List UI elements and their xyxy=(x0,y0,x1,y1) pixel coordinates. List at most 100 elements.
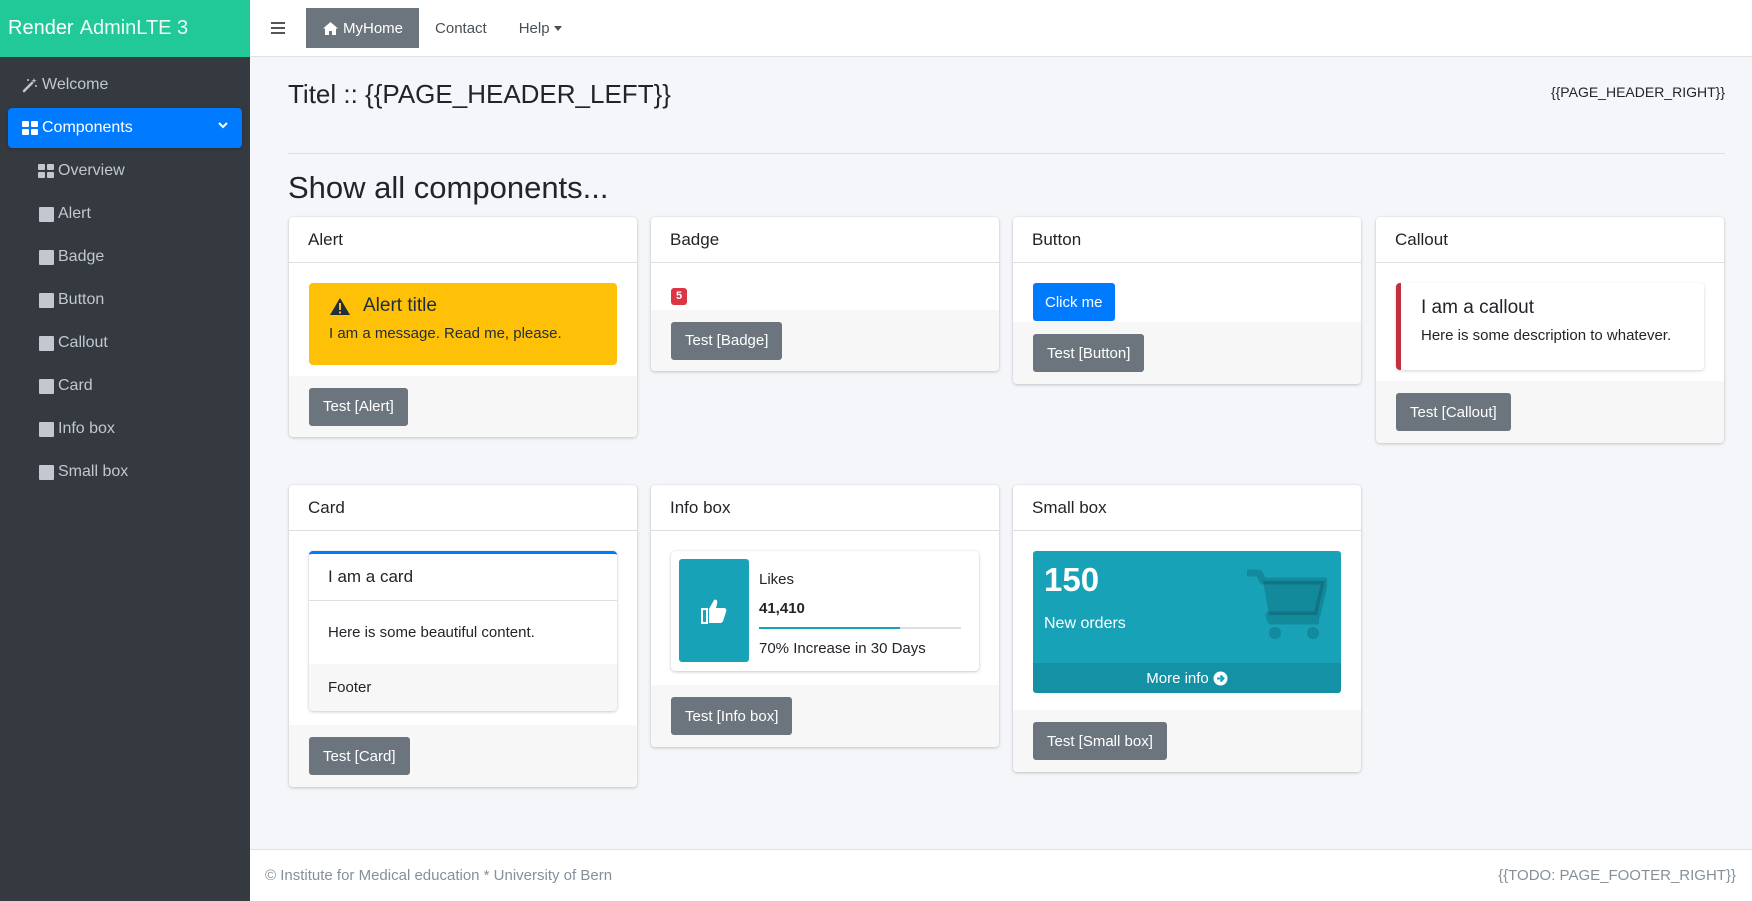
page-header-right: {{PAGE_HEADER_RIGHT}} xyxy=(1550,84,1725,100)
card-header: Callout xyxy=(1376,217,1724,263)
square-icon xyxy=(38,378,54,394)
sidebar-item-label: Overview xyxy=(58,162,125,179)
card-footer: Test [Callout] xyxy=(1376,381,1724,443)
card-header: Badge xyxy=(651,217,999,263)
card-button: Button Click me Test [Button] xyxy=(1013,217,1361,384)
main-footer: © Institute for Medical education * Univ… xyxy=(250,849,1752,901)
brand-name-light: AdminLTE 3 xyxy=(79,17,189,39)
section-title: Show all components... xyxy=(288,170,609,205)
sidebar-item-welcome[interactable]: Welcome xyxy=(8,65,242,105)
small-box-number: 150 xyxy=(1044,561,1100,598)
menu-toggle-button[interactable] xyxy=(250,0,306,57)
test-button-button[interactable]: Test [Button] xyxy=(1033,334,1145,372)
small-box-label: New orders xyxy=(1044,615,1126,632)
nav-link-myhome[interactable]: MyHome xyxy=(306,8,420,48)
page-title: Titel :: {{PAGE_HEADER_LEFT}} xyxy=(288,79,671,109)
card-body: Alert title I am a message. Read me, ple… xyxy=(289,263,637,385)
card-footer: Test [Button] xyxy=(1013,322,1361,384)
more-info-label: More info xyxy=(1146,669,1209,687)
divider xyxy=(288,153,1725,154)
inner-card-body: Here is some beautiful content. xyxy=(328,624,535,641)
card-body: Likes 41,410 70% Increase in 30 Days xyxy=(651,531,999,691)
sidebar-item-label: Info box xyxy=(58,420,115,437)
sidebar-item-label: Badge xyxy=(58,248,105,265)
square-icon xyxy=(38,206,54,222)
nav-dropdown-help[interactable]: Help xyxy=(503,8,578,48)
main-sidebar: Render AdminLTE 3 Welcome Components Ove… xyxy=(0,0,250,901)
sidebar-item-components[interactable]: Components xyxy=(8,108,242,148)
square-icon xyxy=(38,464,54,480)
footer-right: {{TODO: PAGE_FOOTER_RIGHT}} xyxy=(1498,867,1736,884)
card-callout: Callout I am a callout Here is some desc… xyxy=(1376,217,1724,443)
sidebar-item-overview[interactable]: Overview xyxy=(24,151,242,191)
nav-link-label: Contact xyxy=(435,19,487,37)
inner-card-title: I am a card xyxy=(309,554,617,601)
brand-name: Render xyxy=(8,17,74,39)
card-body: I am a callout Here is some description … xyxy=(1376,263,1724,390)
th-large-icon xyxy=(38,163,54,179)
sidebar-item-label: Components xyxy=(42,119,133,136)
info-box-number: 41,410 xyxy=(759,600,805,617)
card-footer: Test [Info box] xyxy=(651,685,999,747)
callout-title: I am a callout xyxy=(1421,297,1534,318)
card-info-box: Info box Likes 41,410 70% Increase in 30… xyxy=(651,485,999,747)
alert-title-row: Alert title xyxy=(329,295,597,317)
caret-down-icon xyxy=(553,25,562,31)
sidebar-item-label: Card xyxy=(58,377,93,394)
sidebar-item-label: Welcome xyxy=(42,76,109,93)
nav-link-label: MyHome xyxy=(343,19,404,37)
progress-bar xyxy=(759,627,901,629)
home-icon xyxy=(323,21,338,35)
sidebar-item-label: Small box xyxy=(58,463,129,480)
square-icon xyxy=(38,335,54,351)
badge-danger: 5 xyxy=(671,287,687,305)
test-info-box-button[interactable]: Test [Info box] xyxy=(671,697,793,735)
sidebar-nav: Welcome Components Overview Alert Badge … xyxy=(0,57,250,492)
callout-danger: I am a callout Here is some description … xyxy=(1396,283,1704,370)
test-callout-button[interactable]: Test [Callout] xyxy=(1396,393,1511,431)
card-footer: Test [Alert] xyxy=(289,376,637,437)
footer-left: © Institute for Medical education * Univ… xyxy=(265,867,613,884)
click-me-button[interactable]: Click me xyxy=(1033,283,1115,321)
sidebar-item-small-box[interactable]: Small box xyxy=(24,452,242,492)
sidebar-item-label: Alert xyxy=(58,205,91,222)
nav-link-contact[interactable]: Contact xyxy=(419,8,503,48)
progress-track xyxy=(759,627,961,629)
alert-box: Alert title I am a message. Read me, ple… xyxy=(309,283,617,365)
test-badge-button[interactable]: Test [Badge] xyxy=(671,321,783,360)
chevron-down-icon xyxy=(218,122,228,129)
sidebar-item-badge[interactable]: Badge xyxy=(24,237,242,277)
card-alert: Alert Alert title I am a message. Read m… xyxy=(289,217,637,437)
card-badge: Badge 5 Test [Badge] xyxy=(651,217,999,371)
test-small-box-button[interactable]: Test [Small box] xyxy=(1033,722,1167,760)
card-footer: Test [Badge] xyxy=(651,310,999,371)
sidebar-item-button[interactable]: Button xyxy=(24,280,242,320)
sidebar-item-info-box[interactable]: Info box xyxy=(24,409,242,449)
card-header: Info box xyxy=(651,485,999,531)
card-body: I am a card Here is some beautiful conte… xyxy=(289,531,637,731)
card-footer: Test [Card] xyxy=(289,725,637,787)
card-card: Card I am a card Here is some beautiful … xyxy=(289,485,637,787)
sidebar-item-callout[interactable]: Callout xyxy=(24,323,242,363)
callout-text: Here is some description to whatever. xyxy=(1421,327,1672,344)
square-icon xyxy=(38,421,54,437)
inner-card-footer: Footer xyxy=(309,664,617,711)
square-icon xyxy=(38,292,54,308)
card-header: Button xyxy=(1013,217,1361,263)
magic-wand-icon xyxy=(22,77,38,93)
brand-link[interactable]: Render AdminLTE 3 xyxy=(0,0,250,57)
alert-message: I am a message. Read me, please. xyxy=(329,325,562,342)
sidebar-item-card[interactable]: Card xyxy=(24,366,242,406)
test-card-button[interactable]: Test [Card] xyxy=(309,737,410,775)
small-box: 150 New orders More info xyxy=(1033,551,1341,693)
card-body: 150 New orders More info xyxy=(1013,531,1361,713)
sidebar-submenu: Overview Alert Badge Button Callout Card xyxy=(8,151,242,492)
test-alert-button[interactable]: Test [Alert] xyxy=(309,387,408,426)
inner-card: I am a card Here is some beautiful conte… xyxy=(309,551,617,711)
sidebar-item-label: Button xyxy=(58,291,105,308)
sidebar-item-alert[interactable]: Alert xyxy=(24,194,242,234)
more-info-link[interactable]: More info xyxy=(1033,663,1341,693)
th-large-icon xyxy=(22,120,38,136)
alert-title: Alert title xyxy=(363,295,437,316)
info-box: Likes 41,410 70% Increase in 30 Days xyxy=(671,551,979,671)
